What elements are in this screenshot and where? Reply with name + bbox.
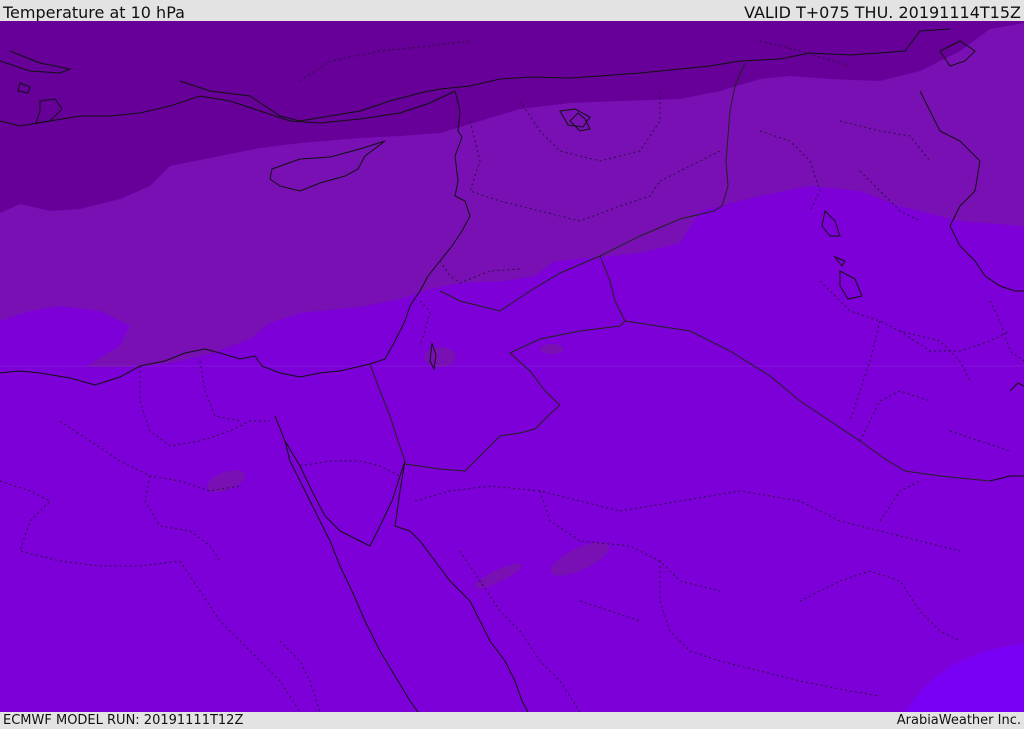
- map-title: Temperature at 10 hPa: [3, 3, 185, 22]
- temperature-blob: [540, 344, 564, 354]
- valid-time: VALID T+075 THU. 20191114T15Z: [744, 3, 1021, 22]
- model-run-label: ECMWF MODEL RUN: 20191111T12Z: [3, 713, 244, 728]
- weather-map[interactable]: [0, 21, 1024, 712]
- temperature-blob: [424, 347, 456, 367]
- credit-label: ArabiaWeather Inc.: [896, 713, 1021, 728]
- footer-bar: ECMWF MODEL RUN: 20191111T12Z ArabiaWeat…: [0, 712, 1024, 729]
- header-bar: Temperature at 10 hPa VALID T+075 THU. 2…: [0, 0, 1024, 22]
